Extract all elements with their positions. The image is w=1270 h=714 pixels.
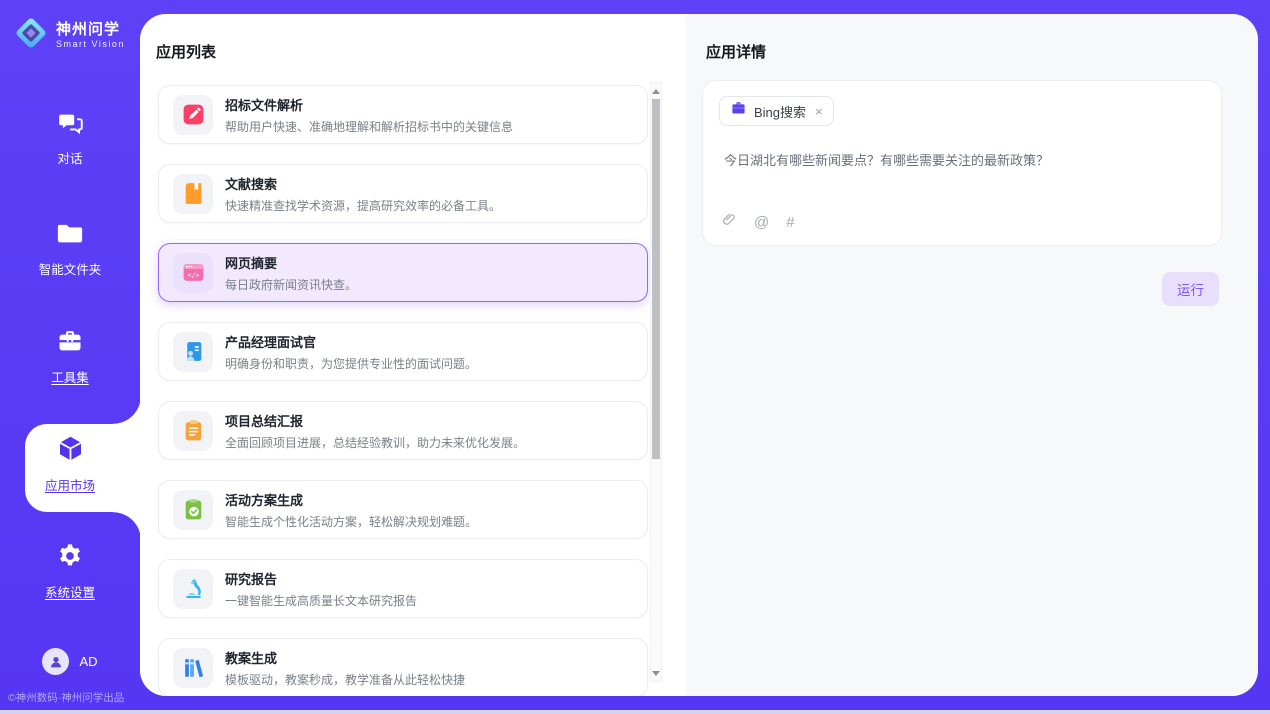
user-name: AD xyxy=(79,654,97,669)
attachment-icon[interactable] xyxy=(721,212,737,233)
app-name: 产品经理面试官 xyxy=(225,332,477,351)
tool-tag-bing-search[interactable]: Bing搜索 × xyxy=(719,96,834,126)
avatar xyxy=(42,648,69,675)
input-toolbar: @ # xyxy=(721,212,795,233)
app-name: 招标文件解析 xyxy=(225,95,513,114)
app-desc: 一键智能生成高质量长文本研究报告 xyxy=(225,592,417,609)
app-card-pm-interviewer[interactable]: 产品经理面试官 明确身份和职责，为您提供专业性的面试问题。 xyxy=(158,322,648,381)
toolbox-icon xyxy=(56,327,84,360)
prompt-input[interactable]: 今日湖北有哪些新闻要点？有哪些需要关注的最新政策？ xyxy=(724,151,1201,171)
microscope-icon xyxy=(173,569,213,609)
app-card-web-summary[interactable]: </> 网页摘要 每日政府新闻资讯快查。 xyxy=(158,243,648,302)
app-desc: 全面回顾项目进展，总结经验教训，助力未来优化发展。 xyxy=(225,434,525,451)
app-card-bid-analysis[interactable]: 招标文件解析 帮助用户快速、准确地理解和解析招标书中的关键信息 xyxy=(158,85,648,144)
sidebar-item-toolset[interactable]: 工具集 xyxy=(0,327,140,386)
app-name: 活动方案生成 xyxy=(225,490,477,509)
pen-square-icon xyxy=(173,95,213,135)
hash-icon[interactable]: # xyxy=(786,214,794,231)
browser-code-icon: </> xyxy=(173,253,213,293)
clipboard-icon xyxy=(173,411,213,451)
app-list-title: 应用列表 xyxy=(156,41,216,62)
sidebar-item-label: 应用市场 xyxy=(45,475,95,494)
clipboard-check-icon xyxy=(173,490,213,530)
tool-tag-label: Bing搜索 xyxy=(754,102,806,121)
sidebar: 神州问学 Smart Vision 对话 智能文件夹 xyxy=(0,0,140,710)
app-card-list: 招标文件解析 帮助用户快速、准确地理解和解析招标书中的关键信息 文献搜索 xyxy=(158,85,648,696)
brand-logo: 神州问学 Smart Vision xyxy=(14,16,125,55)
sidebar-item-app-market[interactable]: 应用市场 xyxy=(0,434,140,494)
content-panel: 应用列表 招标文件解析 帮助用户快速、准确地理解和解析招标书中的关键信息 xyxy=(140,14,1258,696)
chat-icon xyxy=(57,109,84,141)
app-name: 项目总结汇报 xyxy=(225,411,525,430)
app-detail-title: 应用详情 xyxy=(706,41,766,62)
sidebar-item-label: 对话 xyxy=(57,148,82,167)
app-desc: 快速精准查找学术资源，提高研究效率的必备工具。 xyxy=(225,197,501,214)
app-desc: 明确身份和职责，为您提供专业性的面试问题。 xyxy=(225,355,477,372)
brand-subtitle: Smart Vision xyxy=(56,40,125,49)
user-account[interactable]: AD xyxy=(0,648,140,675)
app-card-research-report[interactable]: 研究报告 一键智能生成高质量长文本研究报告 xyxy=(158,559,648,618)
app-desc: 智能生成个性化活动方案，轻松解决规划难题。 xyxy=(225,513,477,530)
sidebar-item-settings[interactable]: 系统设置 xyxy=(0,542,140,601)
sidebar-item-smart-folder[interactable]: 智能文件夹 xyxy=(0,219,140,278)
app-name: 研究报告 xyxy=(225,569,417,588)
prompt-card: Bing搜索 × 今日湖北有哪些新闻要点？有哪些需要关注的最新政策？ @ # xyxy=(702,80,1222,246)
app-frame: 神州问学 Smart Vision 对话 智能文件夹 xyxy=(0,0,1270,710)
remove-tool-icon[interactable]: × xyxy=(815,104,823,119)
run-button[interactable]: 运行 xyxy=(1162,272,1219,306)
brand-diamond-icon xyxy=(14,16,48,55)
sidebar-item-label: 系统设置 xyxy=(45,582,95,601)
app-name: 文献搜索 xyxy=(225,174,501,193)
app-desc: 每日政府新闻资讯快查。 xyxy=(225,276,357,293)
app-desc: 模板驱动，教案秒成，教学准备从此轻松快捷 xyxy=(225,671,465,688)
brand-name: 神州问学 xyxy=(56,22,125,38)
scroll-up-icon[interactable] xyxy=(651,85,661,97)
briefcase-icon xyxy=(730,100,747,122)
app-card-literature-search[interactable]: 文献搜索 快速精准查找学术资源，提高研究效率的必备工具。 xyxy=(158,164,648,223)
sidebar-item-label: 工具集 xyxy=(51,367,89,386)
app-card-event-plan[interactable]: 活动方案生成 智能生成个性化活动方案，轻松解决规划难题。 xyxy=(158,480,648,539)
app-detail-panel: 应用详情 Bing搜索 × 今日湖北有哪些新闻要点？有哪些需要关注的最新政策？ xyxy=(686,14,1258,696)
books-icon xyxy=(173,648,213,688)
book-icon xyxy=(173,174,213,214)
scroll-down-icon[interactable] xyxy=(651,667,661,679)
app-card-project-summary[interactable]: 项目总结汇报 全面回顾项目进展，总结经验教训，助力未来优化发展。 xyxy=(158,401,648,460)
folder-icon xyxy=(56,219,84,252)
list-scrollbar[interactable] xyxy=(650,82,662,682)
scrollbar-thumb[interactable] xyxy=(652,99,660,459)
copyright-text: ©神州数码·神州问学出品 xyxy=(8,690,124,705)
svg-text:</>: </> xyxy=(187,271,199,279)
app-list-panel: 应用列表 招标文件解析 帮助用户快速、准确地理解和解析招标书中的关键信息 xyxy=(140,14,686,696)
sidebar-item-chat[interactable]: 对话 xyxy=(0,109,140,167)
cube-icon xyxy=(56,434,85,468)
app-name: 网页摘要 xyxy=(225,253,357,272)
gear-icon xyxy=(56,542,84,575)
app-desc: 帮助用户快速、准确地理解和解析招标书中的关键信息 xyxy=(225,118,513,135)
app-card-lesson-plan[interactable]: 教案生成 模板驱动，教案秒成，教学准备从此轻松快捷 xyxy=(158,638,648,696)
app-name: 教案生成 xyxy=(225,648,465,667)
sidebar-item-label: 智能文件夹 xyxy=(39,259,102,278)
mention-icon[interactable]: @ xyxy=(754,214,769,231)
resume-icon xyxy=(173,332,213,372)
